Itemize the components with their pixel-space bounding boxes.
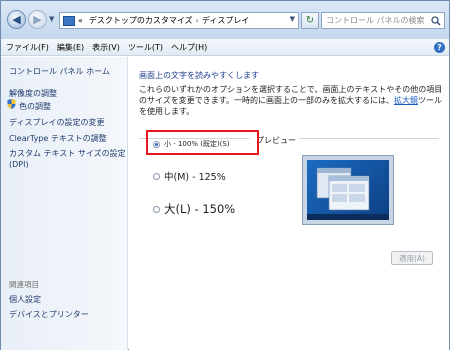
preview-monitor — [302, 155, 394, 225]
preview-label: プレビュー — [256, 136, 296, 145]
menu-help[interactable]: ヘルプ(H) — [171, 42, 207, 53]
description: これらのいずれかのオプションを選択することで、画面上のテキストやその他の項目のサ… — [139, 84, 443, 117]
main-content: 画面上の文字を読みやすくします これらのいずれかのオプションを選択することで、画… — [129, 57, 449, 350]
sidebar-item-control-panel-home[interactable]: コントロール パネル ホーム — [9, 66, 110, 77]
title-bar: ◀ ▶ ▼ « デスクトップのカスタマイズ › ディスプレイ ▼ ↻ コントロー… — [1, 1, 449, 39]
forward-arrow-icon: ▶ — [33, 13, 42, 26]
page-title: 画面上の文字を読みやすくします — [139, 71, 259, 80]
menu-file[interactable]: ファイル(F) — [6, 42, 49, 53]
back-arrow-icon: ◀ — [12, 13, 21, 26]
breadcrumb-parent[interactable]: デスクトップのカスタマイズ — [89, 15, 193, 26]
sidebar-item-display-settings[interactable]: ディスプレイの設定の変更 — [9, 117, 104, 128]
size-option-medium-label: 中(M) - 125% — [164, 172, 226, 183]
radio-large[interactable] — [153, 205, 160, 213]
control-panel-window: ◀ ▶ ▼ « デスクトップのカスタマイズ › ディスプレイ ▼ ↻ コントロー… — [0, 0, 450, 350]
search-box[interactable]: コントロール パネルの検索 — [321, 12, 445, 29]
sidebar-item-resolution[interactable]: 解像度の調整 — [9, 88, 57, 99]
search-input[interactable]: コントロール パネルの検索 — [322, 15, 428, 26]
recent-pages-dropdown-icon[interactable]: ▼ — [49, 15, 54, 23]
breadcrumb-root[interactable]: « — [78, 16, 83, 25]
refresh-button[interactable]: ↻ — [301, 12, 319, 29]
selection-highlight-box — [146, 130, 259, 155]
sidebar-item-color[interactable]: 色の調整 — [19, 101, 51, 112]
menu-edit[interactable]: 編集(E) — [57, 42, 84, 53]
sidebar-item-cleartype[interactable]: ClearType テキストの調整 — [9, 133, 107, 144]
magnifier-link[interactable]: 拡大鏡 — [394, 96, 418, 105]
breadcrumb-current[interactable]: ディスプレイ — [202, 15, 249, 26]
sidebar-item-personalization[interactable]: 個人設定 — [9, 294, 41, 305]
shield-icon — [7, 99, 16, 109]
forward-button[interactable]: ▶ — [28, 10, 47, 29]
back-button[interactable]: ◀ — [7, 10, 26, 29]
sidebar: コントロール パネル ホーム 解像度の調整 色の調整 ディスプレイの設定の変更 … — [1, 57, 128, 350]
address-bar[interactable]: « デスクトップのカスタマイズ › ディスプレイ ▼ — [59, 12, 299, 29]
help-icon[interactable]: ? — [434, 42, 445, 53]
address-dropdown-icon[interactable]: ▼ — [290, 15, 295, 23]
apply-button[interactable]: 適用(A) — [391, 251, 433, 265]
radio-medium[interactable] — [153, 172, 160, 180]
size-option-large-label: 大(L) - 150% — [164, 202, 236, 216]
breadcrumb-separator[interactable]: › — [196, 16, 199, 25]
preview-screen — [307, 160, 389, 220]
size-option-large[interactable]: 大(L) - 150% — [153, 201, 235, 217]
size-option-medium[interactable]: 中(M) - 125% — [153, 169, 226, 183]
menu-bar: ファイル(F) 編集(E) 表示(V) ツール(T) ヘルプ(H) ? — [1, 39, 449, 56]
refresh-icon: ↻ — [305, 15, 315, 26]
preview-windows-icon — [307, 167, 389, 220]
menu-view[interactable]: 表示(V) — [92, 42, 120, 53]
menu-tools[interactable]: ツール(T) — [128, 42, 163, 53]
sidebar-item-devices-printers[interactable]: デバイスとプリンター — [9, 309, 89, 320]
sidebar-item-custom-dpi[interactable]: カスタム テキスト サイズの設定 (DPI) — [9, 148, 127, 170]
related-header: 関連項目 — [9, 280, 39, 289]
control-panel-icon — [63, 15, 75, 26]
search-icon[interactable] — [428, 13, 444, 28]
divider-right — [299, 138, 439, 139]
